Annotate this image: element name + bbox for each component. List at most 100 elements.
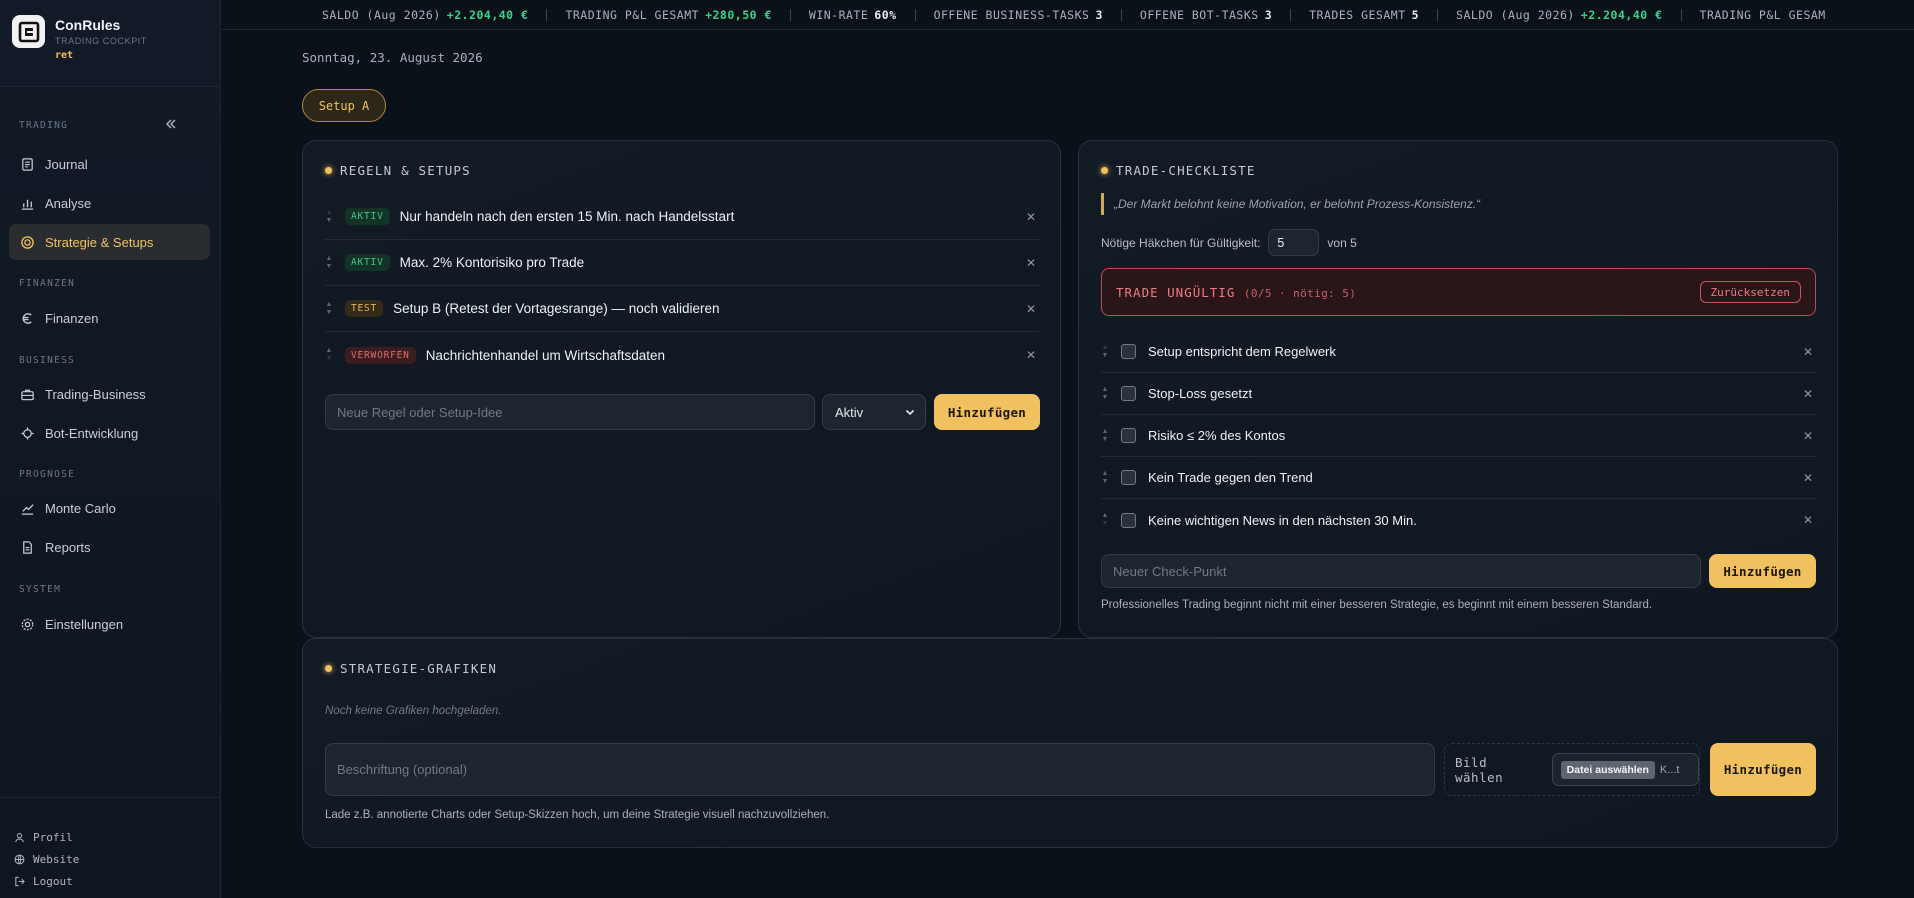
- ticker-label: SALDO (Aug 2026): [1456, 7, 1575, 22]
- delete-rule-icon[interactable]: ✕: [1023, 302, 1039, 316]
- image-upload-zone[interactable]: Bild wählen Datei auswählen K...t: [1444, 743, 1700, 796]
- sidebar-divider: [0, 86, 221, 87]
- status-badge: AKTIV: [345, 254, 390, 271]
- reorder-arrows-icon[interactable]: ▲ ▼: [325, 209, 333, 225]
- ticker-value: +280,50 €: [705, 7, 772, 22]
- ticker-value: 3: [1264, 7, 1273, 22]
- rules-card-title: REGELN & SETUPS: [325, 163, 471, 178]
- reset-button[interactable]: Zurücksetzen: [1699, 281, 1801, 303]
- sidebar-item-label: Einstellungen: [45, 616, 124, 632]
- rules-card: REGELN & SETUPS ▲ ▼ AKTIV Nur handeln nac…: [302, 140, 1061, 638]
- sidebar-item-analyse[interactable]: Analyse: [9, 185, 210, 221]
- reorder-arrows-icon[interactable]: ▲ ▼: [1101, 470, 1109, 486]
- globe-icon: [14, 854, 25, 865]
- ticker-separator: [1680, 8, 1682, 21]
- reorder-arrows-icon[interactable]: ▲ ▼: [325, 255, 333, 271]
- reorder-arrows-icon[interactable]: ▲ ▼: [1101, 386, 1109, 402]
- check-checkbox[interactable]: [1121, 386, 1136, 401]
- delete-rule-icon[interactable]: ✕: [1023, 348, 1039, 362]
- chart-bar-icon: [21, 199, 34, 210]
- check-checkbox[interactable]: [1121, 512, 1136, 528]
- ticker-item: OFFENE BUSINESS-TASKS 3: [934, 8, 1103, 22]
- rule-text: Nur handeln nach den ersten 15 Min. nach…: [399, 209, 735, 224]
- delete-check-icon[interactable]: ✕: [1800, 387, 1816, 401]
- file-status: K...t: [1659, 763, 1680, 776]
- ticker-item: TRADING P&L GESAM: [1700, 8, 1832, 22]
- rules-title-text: REGELN & SETUPS: [340, 163, 471, 178]
- rule-row: ▲ ▼ VERWORFEN Nachrichtenhandel um Wirtsc…: [325, 332, 1039, 378]
- delete-rule-icon[interactable]: ✕: [1023, 210, 1039, 224]
- check-checkbox[interactable]: [1121, 428, 1136, 443]
- footer-item-website[interactable]: Website: [14, 853, 79, 866]
- sidebar-item-monte-carlo[interactable]: Monte Carlo: [9, 490, 210, 526]
- delete-check-icon[interactable]: ✕: [1800, 513, 1816, 527]
- required-checks-label: Nötige Häkchen für Gültigkeit:: [1101, 235, 1261, 250]
- file-input[interactable]: Datei auswählen K...t: [1551, 753, 1699, 786]
- choose-file-button[interactable]: Datei auswählen: [1560, 760, 1655, 779]
- ticker-separator: [1290, 8, 1292, 21]
- current-date: Sonntag, 23. August 2026: [302, 50, 483, 65]
- rule-status-select[interactable]: Aktiv: [822, 394, 926, 430]
- sidebar-item-trading-business[interactable]: Trading-Business: [9, 376, 210, 412]
- graphics-card-title: STRATEGIE-GRAFIKEN: [325, 661, 497, 676]
- sidebar-item-strategie[interactable]: Strategie & Setups: [9, 224, 210, 260]
- delete-rule-icon[interactable]: ✕: [1023, 256, 1039, 270]
- reorder-arrows-icon[interactable]: ▲ ▼: [325, 347, 333, 363]
- rule-text: Max. 2% Kontorisiko pro Trade: [399, 255, 585, 270]
- status-badge: TEST: [345, 300, 384, 317]
- ticker-value: 3: [1095, 7, 1103, 22]
- stats-ticker: SALDO (Aug 2026) +2.204,40 € TRADING P&L …: [221, 0, 1914, 30]
- reorder-arrows-icon[interactable]: ▲ ▼: [1101, 512, 1109, 528]
- reorder-arrows-icon[interactable]: ▲ ▼: [325, 301, 333, 317]
- new-check-input[interactable]: Neuer Check-Punkt: [1101, 554, 1701, 588]
- title-dot-icon: [325, 167, 332, 174]
- ticker-separator: [914, 8, 916, 21]
- sidebar-item-finanzen[interactable]: Finanzen: [9, 300, 210, 336]
- bot-icon: [21, 426, 34, 440]
- user-icon: [15, 833, 24, 843]
- add-check-button[interactable]: Hinzufügen: [1709, 554, 1816, 588]
- delete-check-icon[interactable]: ✕: [1800, 345, 1816, 359]
- checklist-card: TRADE-CHECKLISTE „Der Markt belohnt kein…: [1078, 140, 1838, 638]
- sidebar-item-einstellungen[interactable]: Einstellungen: [9, 606, 210, 642]
- ticker-separator: [1437, 8, 1439, 21]
- add-graphic-button[interactable]: Hinzufügen: [1710, 743, 1816, 796]
- footer-item-logout[interactable]: Logout: [14, 875, 73, 888]
- new-rule-input[interactable]: Neue Regel oder Setup-Idee: [325, 394, 815, 430]
- title-dot-icon: [1101, 167, 1108, 174]
- caption-input[interactable]: Beschriftung (optional): [325, 743, 1435, 796]
- sidebar-item-journal[interactable]: Journal: [9, 146, 210, 182]
- sidebar-item-label: Bot-Entwicklung: [45, 425, 139, 441]
- check-checkbox[interactable]: [1121, 344, 1136, 359]
- sidebar-item-reports[interactable]: Reports: [9, 529, 210, 565]
- sidebar-item-label: Trading-Business: [45, 386, 146, 402]
- check-checkbox[interactable]: [1121, 470, 1136, 485]
- ticker-separator: [789, 8, 791, 21]
- footer-item-label: Profil: [33, 831, 73, 844]
- sidebar-item-label: Finanzen: [45, 310, 99, 326]
- setup-chip[interactable]: Setup A: [302, 89, 386, 122]
- reorder-arrows-icon[interactable]: ▲ ▼: [1101, 344, 1109, 360]
- rule-row: ▲ ▼ AKTIV Max. 2% Kontorisiko pro Trade ✕: [325, 240, 1039, 286]
- sidebar-item-label: Strategie & Setups: [45, 234, 154, 250]
- required-checks: Nötige Häkchen für Gültigkeit: 5 von 5: [1101, 229, 1357, 256]
- footer-item-profil[interactable]: Profil: [14, 831, 73, 844]
- document-icon: [23, 540, 32, 554]
- brand[interactable]: ConRules TRADING COCKPIT ret: [12, 15, 147, 61]
- reorder-arrows-icon[interactable]: ▲ ▼: [1101, 428, 1109, 444]
- graphics-title-text: STRATEGIE-GRAFIKEN: [340, 661, 498, 676]
- rule-row: ▲ ▼ AKTIV Nur handeln nach den ersten 15 …: [325, 194, 1039, 240]
- required-checks-input[interactable]: 5: [1268, 229, 1320, 256]
- delete-check-icon[interactable]: ✕: [1800, 429, 1816, 443]
- add-rule-button[interactable]: Hinzufügen: [934, 394, 1040, 430]
- sidebar-item-bot-entwicklung[interactable]: Bot-Entwicklung: [9, 415, 210, 451]
- title-dot-icon: [325, 665, 332, 672]
- image-upload-label: Bild wählen: [1455, 754, 1504, 785]
- ticker-separator: [546, 8, 548, 21]
- rule-status-value: Aktiv: [835, 404, 864, 420]
- collapse-sidebar-icon[interactable]: [164, 117, 178, 131]
- ticker-label: OFFENE BUSINESS-TASKS: [933, 7, 1090, 22]
- euro-icon: [22, 312, 32, 324]
- ticker-label: TRADES GESAMT: [1309, 7, 1406, 22]
- delete-check-icon[interactable]: ✕: [1800, 471, 1816, 485]
